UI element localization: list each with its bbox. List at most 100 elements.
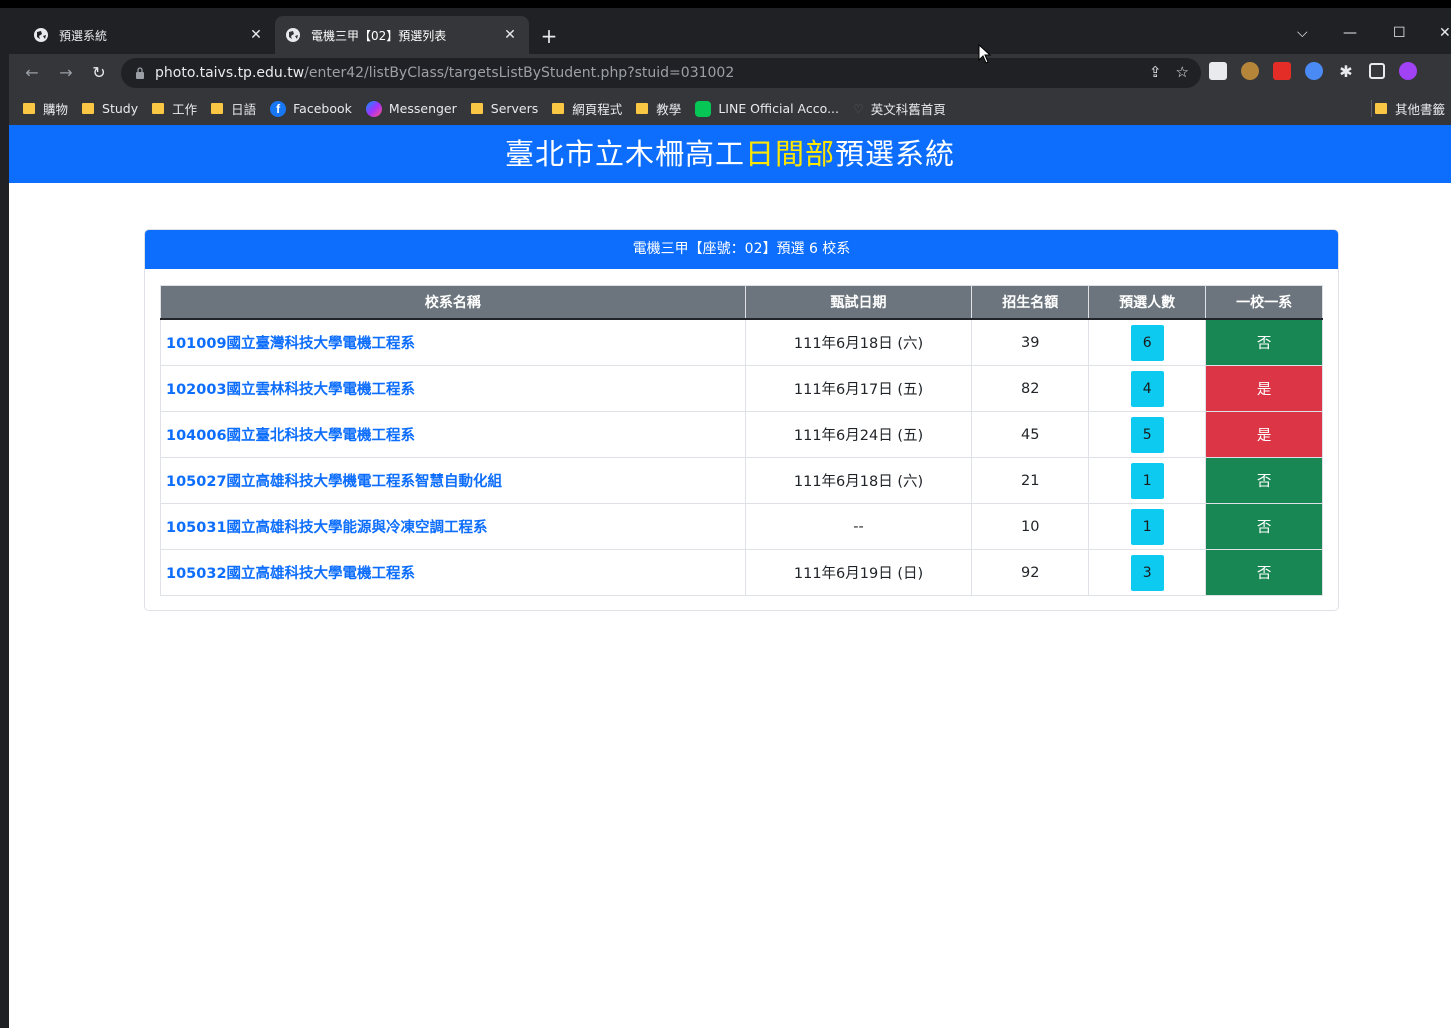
tab-close-icon[interactable]: ✕ — [501, 27, 519, 43]
site-title-suffix: 預選系統 — [835, 137, 956, 171]
preselect-count-badge[interactable]: 6 — [1130, 324, 1164, 361]
url-host: photo.taivs.tp.edu.tw — [155, 65, 305, 81]
exam-date-cell: 111年6月18日 (六) — [744, 318, 973, 366]
bookmarks-bar: 購物 Study 工作 日語 f Facebook Messenger Serve… — [9, 92, 1451, 125]
preselect-table: 校系名稱 甄試日期 招生名額 預選人數 一校一系 101009國立臺灣科技大學電… — [160, 285, 1323, 596]
preselect-count-badge[interactable]: 5 — [1130, 416, 1164, 453]
bookmark-english-old-home[interactable]: ♡ 英文科舊首頁 — [853, 99, 946, 118]
bookmark-other[interactable]: 其他書籤 — [1374, 99, 1445, 118]
dept-link[interactable]: 105031國立高雄科技大學能源與冷凍空調工程系 — [166, 520, 488, 536]
heart-icon: ♡ — [853, 101, 864, 116]
tab-close-icon[interactable]: ✕ — [247, 27, 265, 43]
tab-preselect-system[interactable]: 預選系統 ✕ — [23, 16, 275, 54]
bookmark-label: 工作 — [172, 102, 198, 117]
bookmark-star-icon[interactable]: ☆ — [1176, 63, 1189, 81]
preselect-count-cell: 5 — [1088, 411, 1207, 458]
one-school-one-dept-cell: 否 — [1205, 549, 1323, 596]
facebook-icon: f — [270, 100, 287, 117]
url-path: /enter42/listByClass/targetsListByStuden… — [304, 65, 735, 81]
folder-icon — [636, 103, 649, 114]
bookmark-label: 日語 — [231, 102, 257, 117]
folder-icon — [470, 103, 483, 114]
bookmark-label: Facebook — [293, 101, 352, 116]
quota-cell: 21 — [971, 457, 1090, 504]
table-header-row: 校系名稱 甄試日期 招生名額 預選人數 一校一系 — [160, 285, 1323, 320]
one-school-one-dept-cell: 否 — [1205, 318, 1323, 366]
close-window-icon[interactable]: ✕ — [1439, 24, 1451, 42]
dept-name-cell: 102003國立雲林科技大學電機工程系 — [160, 365, 746, 412]
bookmark-facebook[interactable]: f Facebook — [270, 100, 352, 117]
quota-cell: 39 — [971, 318, 1090, 366]
preselect-count-badge[interactable]: 3 — [1130, 554, 1164, 591]
page-content: 臺北市立木柵高工日間部預選系統 電機三甲【座號：02】預選 6 校系 校系名稱 … — [9, 44, 1451, 1028]
quota-cell: 82 — [971, 365, 1090, 412]
preselect-card: 電機三甲【座號：02】預選 6 校系 校系名稱 甄試日期 招生名額 預選人數 一… — [144, 229, 1339, 611]
bookmark-label: 購物 — [43, 102, 69, 117]
exam-date-cell: 111年6月19日 (日) — [744, 549, 973, 596]
preselect-count-badge[interactable]: 4 — [1130, 370, 1164, 407]
extensions-puzzle-icon[interactable]: ✱ — [1337, 62, 1355, 81]
bookmark-japanese[interactable]: 日語 — [211, 99, 256, 118]
dept-link[interactable]: 102003國立雲林科技大學電機工程系 — [166, 382, 415, 398]
table-row: 105027國立高雄科技大學機電工程系智慧自動化組 111年6月18日 (六) 21… — [160, 457, 1323, 504]
one-school-one-dept-cell: 是 — [1205, 411, 1323, 458]
preselect-count-cell: 3 — [1088, 549, 1207, 596]
bookmark-study[interactable]: Study — [82, 101, 138, 116]
folder-icon — [1374, 103, 1387, 114]
dept-link[interactable]: 101009國立臺灣科技大學電機工程系 — [166, 336, 415, 352]
column-header-one-school-one-dept: 一校一系 — [1205, 285, 1323, 320]
bookmark-label: LINE Official Acco... — [718, 101, 839, 116]
quota-cell: 92 — [971, 549, 1090, 596]
back-arrow-icon[interactable]: ← — [21, 62, 43, 84]
one-school-one-dept-cell: 否 — [1205, 457, 1323, 504]
bookmark-servers[interactable]: Servers — [470, 101, 538, 116]
tab-search-chevron-icon[interactable]: ⌵ — [1297, 24, 1308, 42]
dept-link[interactable]: 105032國立高雄科技大學電機工程系 — [166, 566, 415, 582]
video-extension-icon[interactable] — [1273, 62, 1291, 80]
exam-date-cell: -- — [744, 503, 973, 550]
globe-icon — [286, 28, 300, 42]
dept-link[interactable]: 104006國立臺北科技大學電機工程系 — [166, 428, 415, 444]
bookmark-web-programs[interactable]: 網頁程式 — [552, 99, 622, 118]
bookmark-label: 其他書籤 — [1394, 102, 1445, 117]
address-toolbar: ← → ↻ photo.taivs.tp.edu.tw/enter42/list… — [9, 54, 1451, 92]
quota-cell: 10 — [971, 503, 1090, 550]
site-title-prefix: 臺北市立木柵高工 — [504, 137, 745, 171]
preselect-count-badge[interactable]: 1 — [1130, 462, 1164, 499]
dept-name-cell: 105031國立高雄科技大學能源與冷凍空調工程系 — [160, 503, 746, 550]
column-header-quota: 招生名額 — [971, 285, 1090, 320]
new-tab-plus-icon[interactable]: + — [535, 24, 563, 48]
preselect-count-badge[interactable]: 1 — [1130, 508, 1164, 545]
share-icon[interactable]: ⇪ — [1149, 63, 1162, 81]
dept-name-cell: 105032國立高雄科技大學電機工程系 — [160, 549, 746, 596]
side-panel-icon[interactable] — [1369, 63, 1385, 79]
folder-icon — [23, 103, 35, 114]
address-bar[interactable]: photo.taivs.tp.edu.tw/enter42/listByClas… — [121, 58, 1201, 88]
dept-name-cell: 101009國立臺灣科技大學電機工程系 — [160, 318, 746, 366]
profile-avatar[interactable] — [1399, 62, 1417, 80]
window-frame-top — [0, 0, 1451, 8]
maximize-icon[interactable]: ☐ — [1393, 24, 1406, 42]
site-header: 臺北市立木柵高工日間部預選系統 — [9, 125, 1451, 183]
browser-titlebar: 預選系統 ✕ 電機三甲【02】預選列表 ✕ + ⌵ — ☐ ✕ — [9, 8, 1451, 54]
owl-extension-icon[interactable] — [1241, 62, 1259, 80]
dept-link[interactable]: 105027國立高雄科技大學機電工程系智慧自動化組 — [166, 474, 502, 490]
dept-name-cell: 104006國立臺北科技大學電機工程系 — [160, 411, 746, 458]
bookmark-line-official[interactable]: LINE Official Acco... — [695, 100, 839, 117]
forward-arrow-icon[interactable]: → — [55, 62, 77, 84]
table-row: 104006國立臺北科技大學電機工程系 111年6月24日 (五) 45 5 是 — [160, 411, 1323, 458]
lock-icon — [136, 67, 144, 79]
bookmark-work[interactable]: 工作 — [152, 99, 197, 118]
reload-icon[interactable]: ↻ — [88, 62, 110, 84]
tab-preselect-list[interactable]: 電機三甲【02】預選列表 ✕ — [275, 16, 529, 54]
bookmark-teaching[interactable]: 教學 — [636, 99, 681, 118]
preselect-count-cell: 1 — [1088, 503, 1207, 550]
bookmark-messenger[interactable]: Messenger — [365, 100, 457, 117]
sync-extension-icon[interactable] — [1305, 62, 1323, 80]
bookmark-shopping[interactable]: 購物 — [23, 99, 68, 118]
quota-cell: 45 — [971, 411, 1090, 458]
site-title-highlight: 日間部 — [744, 137, 835, 171]
minimize-icon[interactable]: — — [1343, 24, 1357, 42]
one-school-one-dept-cell: 否 — [1205, 503, 1323, 550]
notion-extension-icon[interactable] — [1209, 62, 1227, 80]
